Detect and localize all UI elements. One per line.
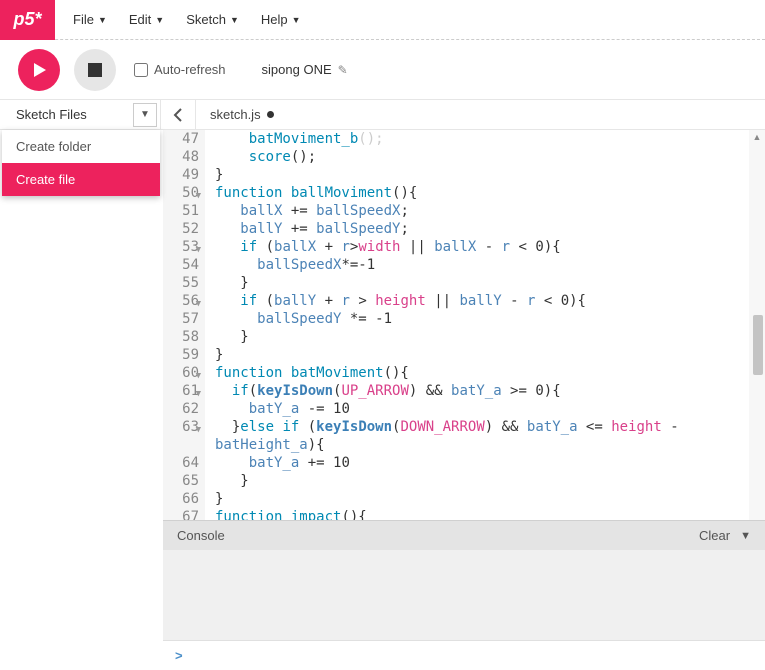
line-number: 58 [163,328,199,346]
line-number: 64 [163,454,199,472]
files-dropdown-toggle[interactable]: ▼ [133,103,157,127]
code-line[interactable]: } [215,490,765,508]
sketch-name-text: sipong ONE [262,62,332,77]
line-number: 52 [163,220,199,238]
logo: p5* [0,0,55,40]
code-line[interactable]: if (ballX + r>width || ballX - r < 0){ [215,238,765,256]
line-number: 56▼ [163,292,199,310]
line-number: 53▼ [163,238,199,256]
code-line[interactable]: } [215,274,765,292]
console-prompt-icon: > [175,648,183,663]
top-menubar: p5* File ▼ Edit ▼ Sketch ▼ Help ▼ [0,0,765,40]
sketch-name[interactable]: sipong ONE ✎ [262,62,348,77]
code-line[interactable]: } [215,346,765,364]
main-menu: File ▼ Edit ▼ Sketch ▼ Help ▼ [55,12,301,27]
line-number: 51 [163,202,199,220]
editor-area: 47484950▼515253▼545556▼57585960▼61▼6263▼… [163,130,765,520]
files-header: Sketch Files ▼ [0,100,160,129]
file-tab[interactable]: sketch.js [196,100,288,129]
code-line[interactable]: ballSpeedY *= -1 [215,310,765,328]
stop-icon [88,63,102,77]
dropdown-create-file[interactable]: Create file [2,163,160,196]
menu-file[interactable]: File ▼ [73,12,107,27]
code-line[interactable]: } [215,472,765,490]
console-clear-button[interactable]: Clear [699,528,730,543]
collapse-sidebar-button[interactable] [160,100,196,129]
scrollbar-thumb[interactable] [753,315,763,375]
menu-sketch-label: Sketch [186,12,226,27]
menu-sketch[interactable]: Sketch ▼ [186,12,239,27]
sidebar-panel [0,130,163,670]
vertical-scrollbar[interactable]: ▲ [749,130,765,520]
code-line[interactable]: score(); [215,148,765,166]
stop-button[interactable] [74,49,116,91]
file-tab-name: sketch.js [210,107,261,122]
line-number: 66 [163,490,199,508]
line-number: 65 [163,472,199,490]
code-line[interactable]: function batMoviment(){ [215,364,765,382]
chevron-left-icon [173,108,183,122]
menu-help[interactable]: Help ▼ [261,12,301,27]
console-input-row: > [163,640,765,670]
chevron-down-icon: ▼ [98,15,107,25]
code-line[interactable]: batHeight_a){ [215,436,765,454]
code-line[interactable]: function impact(){ [215,508,765,520]
menu-edit[interactable]: Edit ▼ [129,12,164,27]
auto-refresh-label: Auto-refresh [154,62,226,77]
play-button[interactable] [18,49,60,91]
code-line[interactable]: } [215,166,765,184]
line-number: 50▼ [163,184,199,202]
dirty-indicator-icon [267,111,274,118]
console-label: Console [177,528,225,543]
chevron-down-icon: ▼ [155,15,164,25]
chevron-down-icon: ▼ [292,15,301,25]
code-line[interactable]: } [215,328,765,346]
code-line[interactable]: ballX += ballSpeedX; [215,202,765,220]
menu-file-label: File [73,12,94,27]
line-number: 61▼ [163,382,199,400]
code-line[interactable]: function ballMoviment(){ [215,184,765,202]
line-number [163,436,199,454]
play-icon [31,62,47,78]
line-number: 59 [163,346,199,364]
code-editor[interactable]: batMoviment_b(); score();}function ballM… [205,130,765,520]
chevron-down-icon[interactable]: ▼ [740,530,751,542]
auto-refresh-toggle[interactable]: Auto-refresh [134,62,226,77]
code-line[interactable]: batMoviment_b(); [215,130,765,148]
code-line[interactable]: if(keyIsDown(UP_ARROW) && batY_a >= 0){ [215,382,765,400]
files-header-label: Sketch Files [16,107,87,122]
line-number: 55 [163,274,199,292]
toolbar: Auto-refresh sipong ONE ✎ [0,40,765,100]
line-gutter: 47484950▼515253▼545556▼57585960▼61▼6263▼… [163,130,205,520]
line-number: 60▼ [163,364,199,382]
dropdown-create-folder[interactable]: Create folder [2,130,160,163]
files-bar: Sketch Files ▼ sketch.js Create folder C… [0,100,765,130]
menu-help-label: Help [261,12,288,27]
console-header: Console Clear ▼ [163,520,765,550]
code-line[interactable]: ballY += ballSpeedY; [215,220,765,238]
line-number: 54 [163,256,199,274]
line-number: 48 [163,148,199,166]
code-line[interactable]: ballSpeedX*=-1 [215,256,765,274]
line-number: 62 [163,400,199,418]
line-number: 57 [163,310,199,328]
scroll-up-icon[interactable]: ▲ [749,130,765,144]
code-line[interactable]: }else if (keyIsDown(DOWN_ARROW) && batY_… [215,418,765,436]
line-number: 49 [163,166,199,184]
pencil-icon: ✎ [338,63,348,77]
console-output [163,550,765,640]
line-number: 47 [163,130,199,148]
files-dropdown-menu: Create folder Create file [2,130,160,196]
code-line[interactable]: if (ballY + r > height || ballY - r < 0)… [215,292,765,310]
menu-edit-label: Edit [129,12,151,27]
chevron-down-icon: ▼ [230,15,239,25]
auto-refresh-checkbox[interactable] [134,63,148,77]
code-line[interactable]: batY_a -= 10 [215,400,765,418]
code-line[interactable]: batY_a += 10 [215,454,765,472]
line-number: 63▼ [163,418,199,436]
